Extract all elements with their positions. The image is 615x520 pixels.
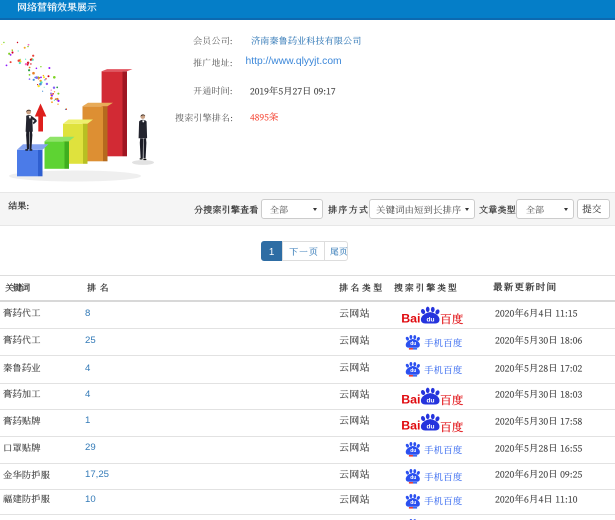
svg-text:du: du — [410, 369, 416, 375]
svg-text:du: du — [410, 448, 416, 454]
svg-text:du: du — [410, 475, 416, 481]
svg-text:du: du — [410, 341, 416, 347]
svg-text:du: du — [410, 500, 416, 506]
svg-text:Bai: Bai — [401, 419, 420, 433]
svg-text:du: du — [427, 423, 435, 430]
svg-text:Bai: Bai — [401, 392, 420, 406]
svg-text:du: du — [427, 397, 435, 404]
svg-text:Bai: Bai — [401, 311, 420, 325]
svg-text:du: du — [427, 316, 435, 323]
